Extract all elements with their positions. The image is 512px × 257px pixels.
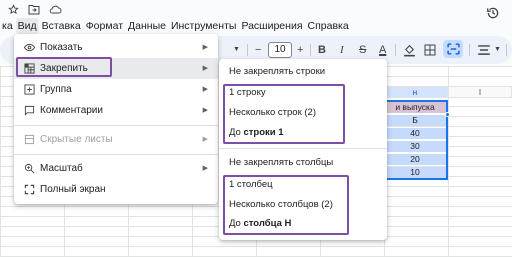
fullscreen-icon bbox=[24, 184, 35, 195]
zoom-icon bbox=[24, 163, 35, 174]
menu-insert[interactable]: Вставка bbox=[40, 18, 83, 34]
selection-box bbox=[382, 100, 448, 180]
menu-item-zoom[interactable]: Масштаб ▶ bbox=[14, 158, 218, 179]
menu-item-show[interactable]: Показать ▶ bbox=[14, 37, 218, 58]
submenu-arrow-icon: ▶ bbox=[202, 44, 208, 51]
fill-color-icon[interactable] bbox=[403, 43, 416, 57]
menu-item-label: Показать bbox=[40, 42, 83, 53]
menu-item-label: Комментарии bbox=[40, 105, 103, 116]
hidden-sheets-icon bbox=[24, 134, 35, 145]
highlight-frame-freeze bbox=[16, 57, 112, 77]
toolbar-divider bbox=[469, 44, 470, 56]
merge-cells-icon bbox=[447, 43, 460, 55]
toolbar-divider bbox=[310, 44, 311, 56]
menu-item-hidden-sheets: Скрытые листы ▶ bbox=[14, 129, 218, 150]
menu-item-group[interactable]: Группа ▶ bbox=[14, 79, 218, 100]
submenu-arrow-icon: ▶ bbox=[202, 65, 208, 72]
toolbar-divider bbox=[247, 44, 248, 56]
menu-item-label: Скрытые листы bbox=[40, 134, 113, 145]
menu-item-label: Группа bbox=[40, 84, 72, 95]
folder-move-icon[interactable] bbox=[28, 4, 40, 18]
menu-extensions[interactable]: Расширения bbox=[239, 18, 304, 34]
doc-icons bbox=[8, 4, 62, 18]
bold-button[interactable]: B bbox=[318, 42, 326, 58]
history-icon[interactable] bbox=[486, 6, 500, 20]
menu-tools[interactable]: Инструменты bbox=[169, 18, 238, 34]
column-header-i[interactable]: I bbox=[448, 86, 512, 98]
font-size-field[interactable]: 10 bbox=[268, 42, 292, 58]
submenu-arrow-icon: ▶ bbox=[202, 136, 208, 143]
submenu-arrow-icon: ▶ bbox=[202, 107, 208, 114]
fill-handle[interactable] bbox=[445, 112, 450, 117]
submenu-arrow-icon: ▶ bbox=[202, 86, 208, 93]
toolbar-divider bbox=[395, 44, 396, 56]
menu-format[interactable]: Формат bbox=[84, 18, 125, 34]
align-icon[interactable] bbox=[477, 44, 491, 56]
font-size-increase-button[interactable]: + bbox=[297, 42, 303, 58]
toolbar-divider bbox=[506, 44, 507, 56]
highlight-frame-columns bbox=[223, 175, 349, 235]
menu-bar: ка Вид Вставка Формат Данные Инструменты… bbox=[0, 18, 352, 34]
borders-icon[interactable] bbox=[424, 44, 436, 56]
text-color-button[interactable]: A bbox=[379, 42, 386, 58]
submenu-arrow-icon: ▶ bbox=[202, 165, 208, 172]
menu-edit[interactable]: ка bbox=[0, 18, 15, 34]
comment-icon bbox=[24, 105, 35, 116]
menu-data[interactable]: Данные bbox=[126, 18, 168, 34]
font-size-decrease-button[interactable]: − bbox=[255, 42, 261, 58]
menu-item-comments[interactable]: Комментарии ▶ bbox=[14, 100, 218, 121]
cloud-status-icon[interactable] bbox=[49, 4, 62, 18]
align-dropdown-arrow-icon[interactable]: ▼ bbox=[494, 42, 501, 58]
menu-view[interactable]: Вид bbox=[15, 18, 39, 34]
highlight-frame-rows bbox=[223, 84, 345, 144]
strikethrough-button[interactable]: S bbox=[359, 42, 366, 58]
menu-item-fullscreen[interactable]: Полный экран bbox=[14, 179, 218, 200]
menu-item-label: Масштаб bbox=[40, 163, 83, 174]
menu-help[interactable]: Справка bbox=[306, 18, 351, 34]
star-icon[interactable] bbox=[8, 4, 19, 18]
column-header-h[interactable]: н bbox=[382, 86, 448, 98]
menu-divider bbox=[14, 154, 218, 155]
group-plus-icon bbox=[24, 84, 35, 95]
menu-divider bbox=[219, 148, 387, 149]
italic-button[interactable]: I bbox=[340, 42, 344, 58]
menu-item-label: Полный экран bbox=[40, 184, 106, 195]
menu-divider bbox=[14, 125, 218, 126]
font-dropdown-arrow-icon[interactable]: ▼ bbox=[233, 42, 240, 58]
freeze-columns-none[interactable]: Не закреплять столбцы bbox=[229, 153, 333, 173]
freeze-rows-none[interactable]: Не закреплять строки bbox=[229, 62, 325, 82]
eye-icon bbox=[24, 43, 35, 52]
